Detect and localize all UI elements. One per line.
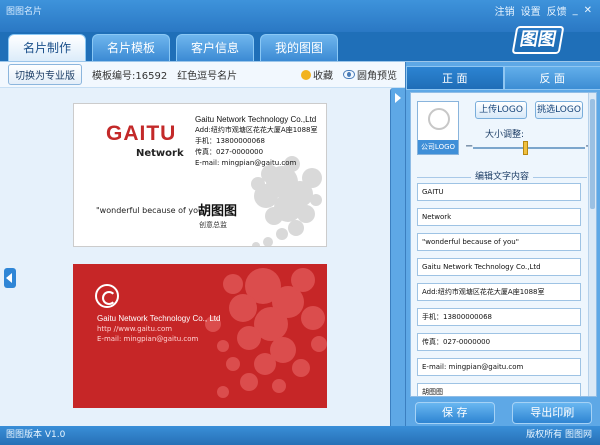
side-tabs: 正 面 反 面	[406, 66, 600, 90]
status-bar: 图图版本 V1.0 版权所有 图图网	[0, 426, 600, 445]
favorite-icon	[301, 69, 311, 80]
logo-label: 公司LOGO	[418, 140, 458, 154]
edit-panel: 正 面 反 面 公司LOGO 上传LOGO 挑选LOGO 大小调整: − + 编…	[405, 62, 600, 427]
brand-subtitle: Network	[136, 148, 184, 159]
tab-back[interactable]: 反 面	[503, 66, 600, 90]
pick-logo-button[interactable]: 挑选LOGO	[535, 101, 583, 119]
mobile: 手机：13800000068	[195, 137, 265, 145]
logout-link[interactable]: 注销	[495, 3, 515, 18]
size-slider[interactable]	[473, 141, 585, 155]
person-title: 创意总监	[199, 221, 227, 229]
action-bar: 保 存 导出印刷	[406, 400, 600, 426]
field-brand[interactable]: GAITU	[417, 183, 581, 201]
fax: 传真：027-0000000	[195, 148, 264, 156]
tab-card-templates[interactable]: 名片模板	[92, 34, 171, 61]
brand-name: GAITU	[106, 122, 177, 145]
field-mobile[interactable]: 手机：13800000068	[417, 308, 581, 326]
switch-pro-button[interactable]: 切换为专业版	[8, 64, 82, 85]
app-title: 图图名片	[6, 7, 43, 17]
toolbar: 切换为专业版 模板编号:16592 红色逗号名片 收藏 圆角预览	[0, 62, 405, 88]
save-button[interactable]: 保 存	[414, 402, 495, 424]
company-seal-icon	[95, 284, 119, 308]
card-back-preview[interactable]: Gaitu Network Technology Co., Ltd http /…	[73, 264, 327, 408]
contact-block: Gaitu Network Technology Co.,Ltd Add:纽约市…	[195, 114, 318, 169]
copyright-text: 版权所有 图图网	[526, 430, 592, 440]
main-area: 切换为专业版 模板编号:16592 红色逗号名片 收藏 圆角预览 GAITU N…	[0, 61, 600, 445]
edit-form: 公司LOGO 上传LOGO 挑选LOGO 大小调整: − + 编辑文字内容 GA…	[410, 92, 597, 397]
edit-text-label: 编辑文字内容	[470, 172, 533, 182]
card-front-preview[interactable]: GAITU Network Gaitu Network Technology C…	[73, 103, 327, 247]
prev-arrow-icon[interactable]	[4, 268, 16, 288]
address: Add:纽约市观塘区花花大厦A座1088室	[195, 126, 318, 134]
scroll-thumb[interactable]	[590, 99, 595, 209]
field-name[interactable]: 胡图图	[417, 383, 581, 396]
card-preview-area: GAITU Network Gaitu Network Technology C…	[0, 88, 585, 445]
favorite-label: 收藏	[313, 71, 333, 82]
tab-my-tutu[interactable]: 我的图图	[260, 34, 339, 61]
close-button[interactable]: ✕	[584, 5, 592, 16]
round-preview-label: 圆角预览	[357, 71, 397, 82]
back-company-name: Gaitu Network Technology Co., Ltd	[97, 314, 221, 323]
field-fax[interactable]: 传真：027-0000000	[417, 333, 581, 351]
field-address[interactable]: Add:纽约市观塘区花花大厦A座1088室	[417, 283, 581, 301]
settings-link[interactable]: 设置	[521, 3, 541, 18]
person-name: 胡图图	[198, 204, 238, 219]
export-print-button[interactable]: 导出印刷	[512, 402, 593, 424]
round-preview-button[interactable]: 圆角预览	[343, 67, 397, 82]
window-controls: 注销 设置 反馈 _ ✕	[495, 3, 592, 18]
logo-preview[interactable]: 公司LOGO	[417, 101, 459, 155]
main-tabs: 名片制作 名片模板 客户信息 我的图图	[8, 34, 339, 61]
minimize-button[interactable]: _	[573, 5, 578, 16]
scrollbar[interactable]	[588, 93, 596, 396]
company-name: Gaitu Network Technology Co.,Ltd	[195, 115, 317, 124]
title-bar: 图图名片 注销 设置 反馈 _ ✕	[0, 0, 600, 32]
eye-icon	[343, 70, 355, 79]
edit-text-section: 编辑文字内容	[417, 163, 587, 182]
app-logo: 图图	[511, 26, 565, 54]
tab-card-maker[interactable]: 名片制作	[8, 34, 87, 61]
slider-knob[interactable]	[523, 141, 528, 155]
text-fields: GAITU Network "wonderful because of you"…	[417, 183, 581, 396]
email: E-mail: mingpian@gaitu.com	[195, 159, 297, 167]
feedback-link[interactable]: 反馈	[547, 3, 567, 18]
field-brand-sub[interactable]: Network	[417, 208, 581, 226]
tab-customer-info[interactable]: 客户信息	[176, 34, 255, 61]
version-text: 图图版本 V1.0	[6, 430, 66, 440]
field-slogan[interactable]: "wonderful because of you"	[417, 233, 581, 251]
template-number: 模板编号:16592	[92, 71, 168, 82]
upload-logo-button[interactable]: 上传LOGO	[475, 101, 527, 119]
back-website: http //www.gaitu.com	[97, 325, 173, 333]
logo-placeholder-icon	[428, 108, 450, 130]
field-email[interactable]: E-mail: mingpian@gaitu.com	[417, 358, 581, 376]
favorite-button[interactable]: 收藏	[301, 67, 333, 82]
back-contact-block: http //www.gaitu.com E-mail: mingpian@ga…	[97, 324, 198, 344]
slogan: "wonderful because of you"	[96, 206, 207, 215]
template-name: 红色逗号名片	[177, 71, 238, 82]
size-adjust-label: 大小调整:	[485, 130, 525, 140]
back-email: E-mail: mingpian@gaitu.com	[97, 335, 199, 343]
tab-front[interactable]: 正 面	[406, 66, 504, 90]
field-company[interactable]: Gaitu Network Technology Co.,Ltd	[417, 258, 581, 276]
